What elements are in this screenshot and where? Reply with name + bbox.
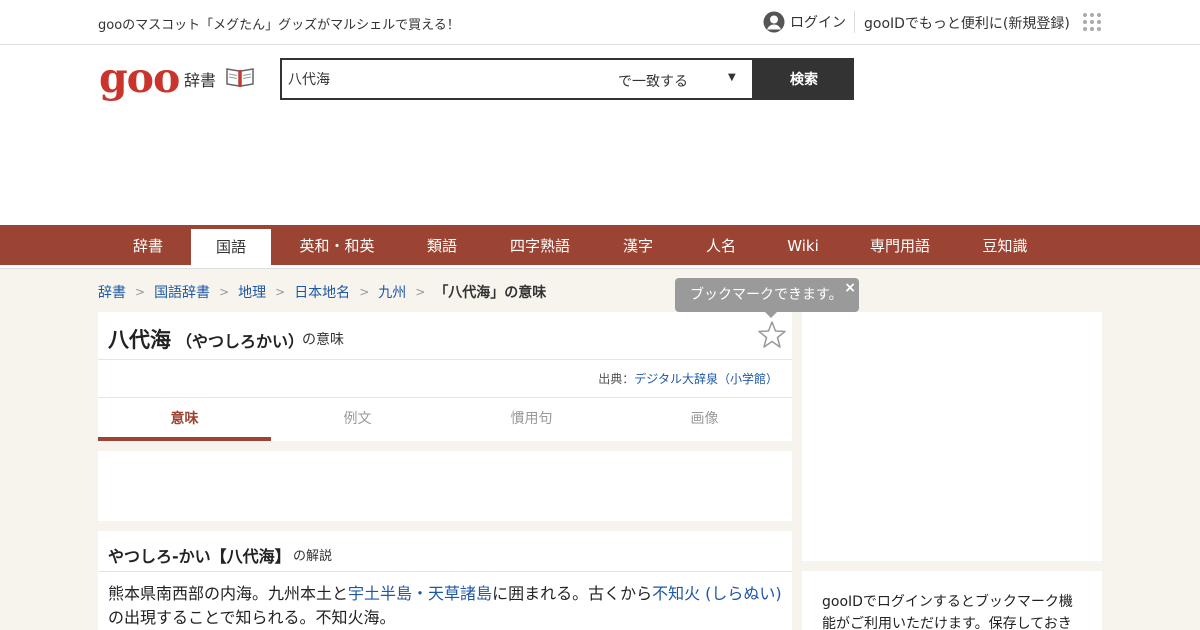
chevron-down-icon[interactable]: ▼: [728, 72, 736, 83]
chevron-right-icon: >: [275, 285, 286, 299]
tab-examples[interactable]: 例文: [271, 398, 444, 441]
sidebar-ad-slot: [802, 312, 1102, 561]
bookmark-tooltip: ブックマークできます。 ×: [675, 278, 859, 318]
search-box: で一致する ▼: [280, 58, 754, 100]
definition-link[interactable]: 天草諸島: [428, 584, 492, 603]
divider: [98, 571, 792, 572]
search-input[interactable]: [288, 68, 608, 90]
tooltip-arrow: [765, 312, 777, 318]
source-prefix: 出典：: [598, 372, 635, 386]
goo-logo[interactable]: goo: [99, 56, 180, 100]
tooltip-text: ブックマークできます。: [690, 287, 843, 303]
nav-item-yojijukugo[interactable]: 四字熟語: [495, 225, 585, 265]
nav-item-japanese[interactable]: 国語: [191, 229, 271, 265]
user-avatar-icon: [763, 11, 785, 33]
dictionary-label: 辞書: [184, 71, 217, 90]
definition-suffix: の解説: [293, 549, 333, 564]
nav-item-thesaurus[interactable]: 類語: [402, 225, 482, 265]
definition-card: やつしろ-かい【八代海】 の解説 熊本県南西部の内海。九州本土と宇土半島・天草諸…: [98, 531, 792, 630]
promo-link[interactable]: gooのマスコット「メグたん」グッズがマルシェルで買える！: [98, 14, 460, 33]
main-nav: 辞書 国語 英和・和英 類語 四字熟語 漢字 人名 Wiki 専門用語 豆知識: [0, 225, 1200, 265]
nav-item-kanji[interactable]: 漢字: [598, 225, 678, 265]
page-title: 八代海: [108, 328, 171, 352]
nav-item-terms[interactable]: 専門用語: [855, 225, 945, 265]
breadcrumb-link[interactable]: 辞書: [98, 282, 126, 302]
breadcrumb-current: 「八代海」の意味: [434, 285, 547, 301]
book-icon: [226, 68, 254, 87]
register-link[interactable]: gooIDでもっと便利に(新規登録): [864, 13, 1070, 33]
breadcrumb-link[interactable]: 日本地名: [294, 282, 350, 302]
definition-link-separator: ・: [412, 584, 429, 603]
search-mode-select[interactable]: で一致する: [618, 71, 688, 91]
bookmark-star-icon[interactable]: [757, 320, 787, 350]
close-icon[interactable]: ×: [844, 271, 856, 305]
nav-item-dictionary[interactable]: 辞書: [108, 225, 188, 265]
sidebar-login-card: gooIDでログインするとブックマーク機能がご利用いただけます。保存しておき: [802, 571, 1102, 630]
definition-text-part: の出現することで知られる。不知火海。: [108, 608, 396, 627]
login-link[interactable]: ログイン: [763, 11, 846, 33]
ad-slot: [98, 451, 792, 521]
chevron-right-icon: >: [135, 285, 146, 299]
tab-meaning[interactable]: 意味: [98, 398, 271, 441]
nav-item-names[interactable]: 人名: [681, 225, 761, 265]
top-bar: gooのマスコット「メグたん」グッズがマルシェルで買える！ ログイン gooID…: [0, 0, 1200, 45]
search-button[interactable]: 検索: [754, 58, 854, 100]
nav-item-trivia[interactable]: 豆知識: [965, 225, 1045, 265]
source-link[interactable]: デジタル大辞泉（小学館）: [634, 372, 778, 386]
chevron-right-icon: >: [415, 285, 426, 299]
definition-text-part: 熊本県南西部の内海。九州本土と: [108, 584, 349, 603]
word-reading: （やつしろかい）: [176, 332, 305, 351]
divider: [98, 359, 792, 360]
nav-item-wiki[interactable]: Wiki: [763, 225, 843, 265]
chevron-right-icon: >: [219, 285, 230, 299]
apps-grid-icon[interactable]: [1083, 13, 1101, 31]
sidebar-login-text: gooIDでログインするとブックマーク機能がご利用いただけます。保存しておき: [822, 594, 1073, 630]
breadcrumb-link[interactable]: 地理: [238, 282, 266, 302]
breadcrumb: 辞書 > 国語辞書 > 地理 > 日本地名 > 九州 > 「八代海」の意味: [98, 282, 546, 302]
breadcrumb-link[interactable]: 国語辞書: [154, 282, 210, 302]
meaning-suffix: の意味: [302, 332, 344, 348]
definition-title: やつしろ-かい【八代海】: [108, 547, 291, 566]
tab-images[interactable]: 画像: [618, 398, 791, 441]
definition-link[interactable]: 宇土半島: [348, 584, 412, 603]
login-label: ログイン: [790, 15, 846, 31]
divider: [854, 11, 855, 33]
chevron-right-icon: >: [359, 285, 370, 299]
entry-card: 八代海 （やつしろかい） の意味 出典：デジタル大辞泉（小学館） 意味 例文 慣…: [98, 312, 792, 441]
source-credit: 出典：デジタル大辞泉（小学館）: [598, 370, 778, 387]
definition-text: 熊本県南西部の内海。九州本土と宇土半島・天草諸島に囲まれる。古くから不知火 (し…: [108, 582, 788, 630]
breadcrumb-link[interactable]: 九州: [378, 282, 406, 302]
definition-text-part: に囲まれる。古くから: [492, 584, 653, 603]
tab-idioms[interactable]: 慣用句: [445, 398, 618, 441]
nav-item-english[interactable]: 英和・和英: [282, 225, 392, 265]
definition-link[interactable]: 不知火 (しらぬい): [652, 584, 782, 603]
